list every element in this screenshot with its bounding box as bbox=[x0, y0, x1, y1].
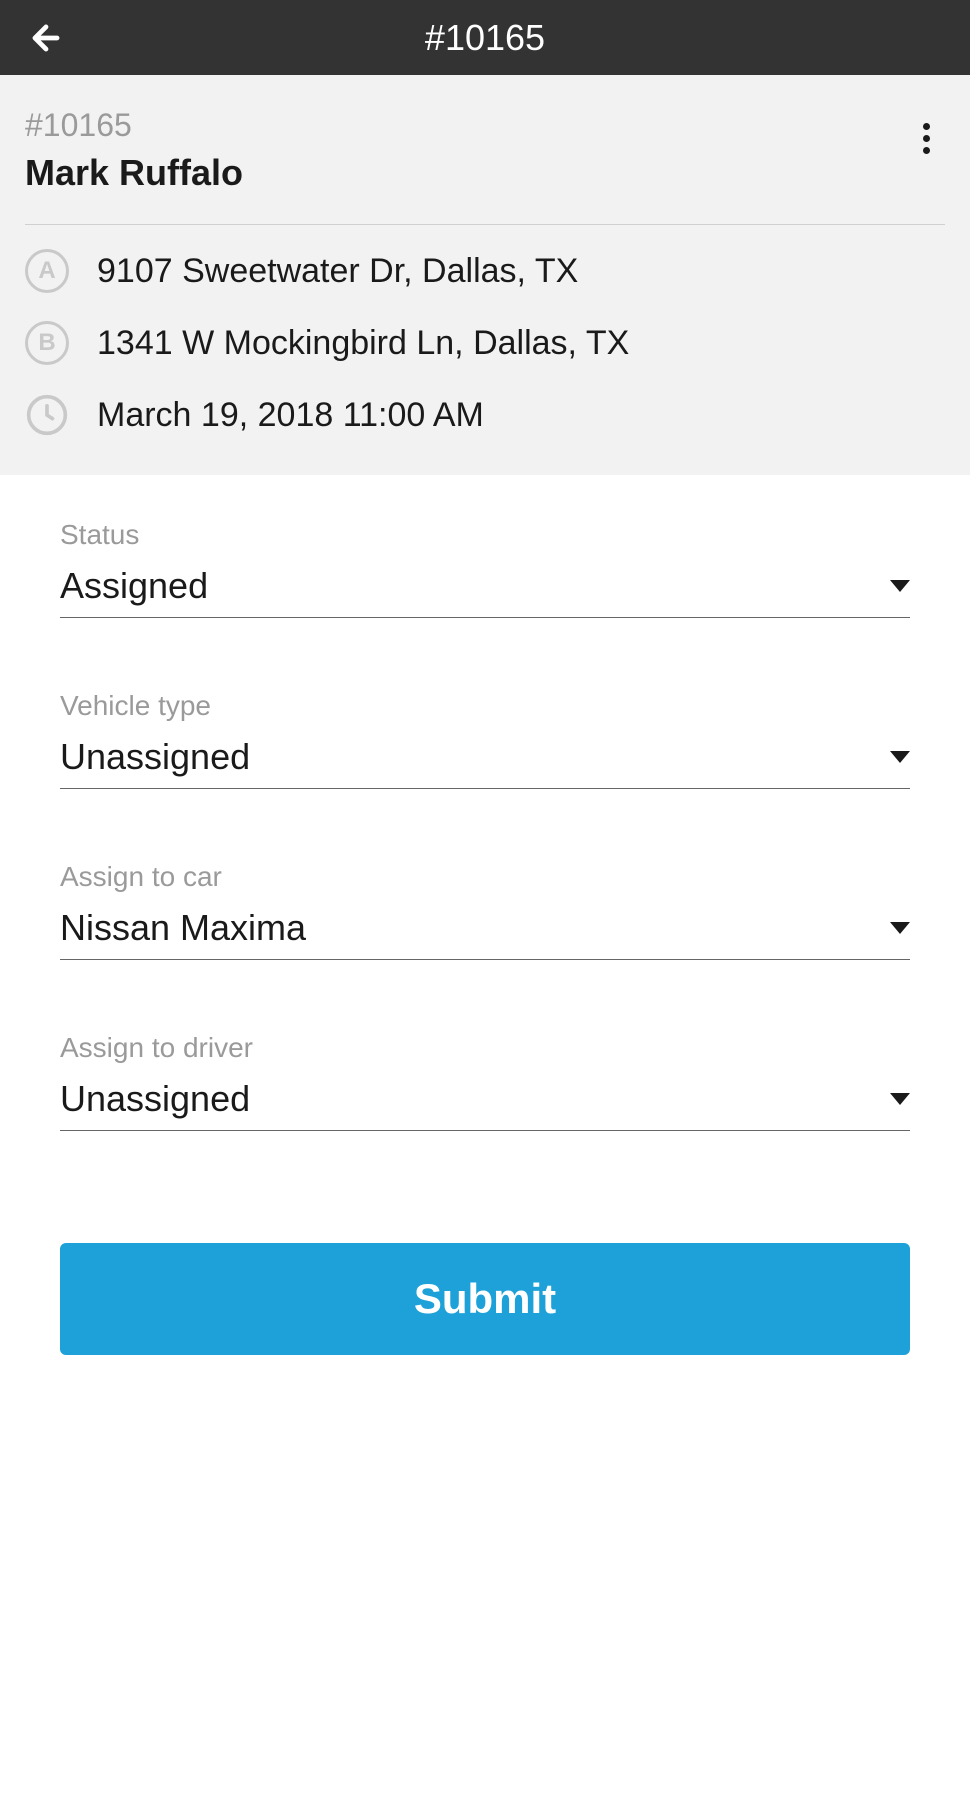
assign-car-field: Assign to car Nissan Maxima bbox=[60, 861, 910, 960]
dots-vertical-icon bbox=[923, 123, 930, 130]
datetime-text: March 19, 2018 11:00 AM bbox=[97, 396, 484, 435]
back-button[interactable] bbox=[25, 17, 67, 59]
vehicle-type-select[interactable]: Unassigned bbox=[60, 736, 910, 789]
status-field: Status Assigned bbox=[60, 519, 910, 618]
pickup-row: A 9107 Sweetwater Dr, Dallas, TX bbox=[25, 249, 945, 293]
assign-driver-label: Assign to driver bbox=[60, 1032, 910, 1064]
vehicle-type-field: Vehicle type Unassigned bbox=[60, 690, 910, 789]
clock-icon bbox=[25, 393, 69, 437]
header-title: #10165 bbox=[425, 17, 545, 59]
customer-name: Mark Ruffalo bbox=[25, 152, 945, 194]
submit-button[interactable]: Submit bbox=[60, 1243, 910, 1355]
vehicle-type-label: Vehicle type bbox=[60, 690, 910, 722]
assign-driver-field: Assign to driver Unassigned bbox=[60, 1032, 910, 1131]
arrow-left-icon bbox=[27, 19, 65, 57]
form-container: Status Assigned Vehicle type Unassigned … bbox=[0, 475, 970, 1355]
vehicle-type-value: Unassigned bbox=[60, 736, 250, 778]
chevron-down-icon bbox=[890, 580, 910, 592]
order-info-panel: #10165 Mark Ruffalo A 9107 Sweetwater Dr… bbox=[0, 75, 970, 475]
dropoff-row: B 1341 W Mockingbird Ln, Dallas, TX bbox=[25, 321, 945, 365]
badge-b-icon: B bbox=[25, 321, 69, 365]
dropoff-address: 1341 W Mockingbird Ln, Dallas, TX bbox=[97, 324, 629, 363]
assign-driver-value: Unassigned bbox=[60, 1078, 250, 1120]
badge-a-icon: A bbox=[25, 249, 69, 293]
chevron-down-icon bbox=[890, 751, 910, 763]
chevron-down-icon bbox=[890, 922, 910, 934]
divider bbox=[25, 224, 945, 225]
assign-car-select[interactable]: Nissan Maxima bbox=[60, 907, 910, 960]
assign-driver-select[interactable]: Unassigned bbox=[60, 1078, 910, 1131]
pickup-address: 9107 Sweetwater Dr, Dallas, TX bbox=[97, 252, 578, 291]
assign-car-value: Nissan Maxima bbox=[60, 907, 306, 949]
status-value: Assigned bbox=[60, 565, 208, 607]
header-bar: #10165 bbox=[0, 0, 970, 75]
status-select[interactable]: Assigned bbox=[60, 565, 910, 618]
order-id: #10165 bbox=[25, 107, 945, 144]
more-options-button[interactable] bbox=[923, 123, 930, 154]
assign-car-label: Assign to car bbox=[60, 861, 910, 893]
datetime-row: March 19, 2018 11:00 AM bbox=[25, 393, 945, 437]
status-label: Status bbox=[60, 519, 910, 551]
chevron-down-icon bbox=[890, 1093, 910, 1105]
